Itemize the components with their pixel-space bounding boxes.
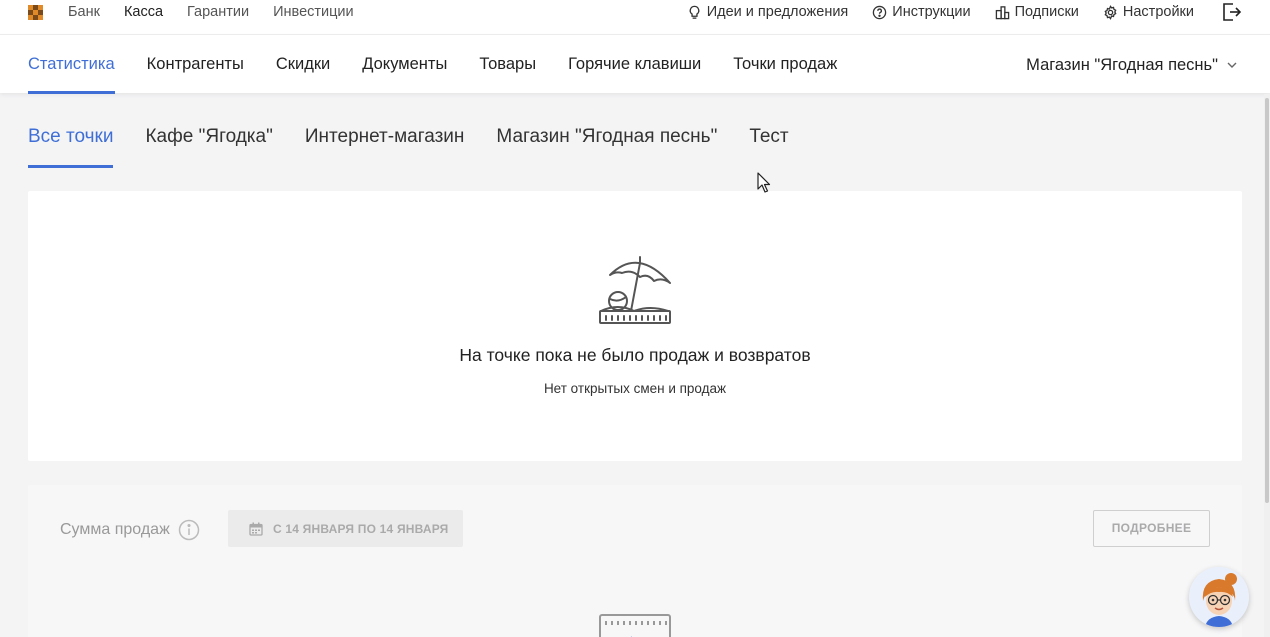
mouse-cursor-icon [757, 172, 771, 193]
subscriptions-label: Подписки [1014, 4, 1079, 20]
instructions-label: Инструкции [892, 4, 971, 20]
info-icon[interactable] [178, 519, 200, 541]
instructions-link[interactable]: Инструкции [872, 4, 971, 20]
product-links: Банк Касса Гарантии Инвестиции [68, 4, 354, 20]
main-navigation: Статистика Контрагенты Скидки Документы … [0, 34, 1270, 94]
subscriptions-link[interactable]: Подписки [995, 4, 1079, 20]
top-right-menu: Идеи и предложения Инструкции Подписки Н… [687, 4, 1218, 20]
subscriptions-icon [995, 5, 1009, 19]
sales-sum-card: Сумма продаж С 14 ЯНВАРЯ ПО 14 ЯНВАРЯ ПО… [28, 485, 1242, 637]
tab-cafe-yagodka[interactable]: Кафе "Ягодка" [145, 126, 272, 168]
tab-test[interactable]: Тест [749, 126, 788, 168]
chart-placeholder-icon [599, 614, 671, 637]
sales-sum-heading: Сумма продаж [60, 519, 200, 541]
top-link-investments[interactable]: Инвестиции [273, 4, 354, 20]
gear-icon [1104, 4, 1117, 20]
assistant-face-icon [1189, 567, 1249, 627]
logo-icon[interactable] [28, 5, 43, 20]
calendar-icon [249, 522, 263, 536]
ideas-link[interactable]: Идеи и предложения [687, 4, 849, 20]
settings-label: Настройки [1122, 4, 1194, 20]
tab-online-store[interactable]: Интернет-магазин [305, 126, 465, 168]
empty-state-card: На точке пока не было продаж и возвратов… [28, 191, 1242, 461]
empty-state-title: На точке пока не было продаж и возвратов [459, 345, 811, 365]
nav-tab-documents[interactable]: Документы [362, 35, 447, 94]
ideas-label: Идеи и предложения [706, 4, 849, 20]
lightbulb-icon [689, 5, 700, 19]
store-selector[interactable]: Магазин "Ягодная песнь" [1026, 35, 1238, 94]
sales-point-tabs: Все точки Кафе "Ягодка" Интернет-магазин… [28, 126, 789, 168]
sales-sum-label: Сумма продаж [60, 521, 170, 538]
beach-umbrella-icon [599, 256, 671, 324]
top-bar: Банк Касса Гарантии Инвестиции Идеи и пр… [0, 0, 1270, 34]
settings-link[interactable]: Настройки [1103, 4, 1194, 20]
details-button[interactable]: ПОДРОБНЕЕ [1093, 510, 1210, 547]
top-link-kassa[interactable]: Касса [124, 4, 163, 20]
top-link-guarantees[interactable]: Гарантии [187, 4, 249, 20]
store-selector-label: Магазин "Ягодная песнь" [1026, 55, 1218, 74]
nav-tab-discounts[interactable]: Скидки [276, 35, 330, 94]
date-range-label: С 14 ЯНВАРЯ ПО 14 ЯНВАРЯ [273, 521, 449, 536]
assistant-avatar[interactable] [1189, 567, 1249, 627]
nav-tab-products[interactable]: Товары [479, 35, 536, 94]
tab-all-points[interactable]: Все точки [28, 126, 114, 168]
logout-icon[interactable] [1220, 1, 1242, 23]
scrollbar-thumb[interactable] [1265, 98, 1269, 503]
question-circle-icon [873, 5, 887, 19]
nav-tab-counterparties[interactable]: Контрагенты [147, 35, 244, 94]
nav-tab-statistics[interactable]: Статистика [28, 35, 115, 94]
nav-tab-hotkeys[interactable]: Горячие клавиши [568, 35, 701, 94]
chevron-down-icon [1227, 62, 1237, 68]
top-link-bank[interactable]: Банк [68, 4, 100, 20]
tab-store-yagodnaya-pesn[interactable]: Магазин "Ягодная песнь" [496, 126, 717, 168]
nav-tab-sales-points[interactable]: Точки продаж [733, 35, 837, 94]
date-range-button[interactable]: С 14 ЯНВАРЯ ПО 14 ЯНВАРЯ [228, 510, 463, 547]
empty-state-subtitle: Нет открытых смен и продаж [543, 381, 727, 396]
